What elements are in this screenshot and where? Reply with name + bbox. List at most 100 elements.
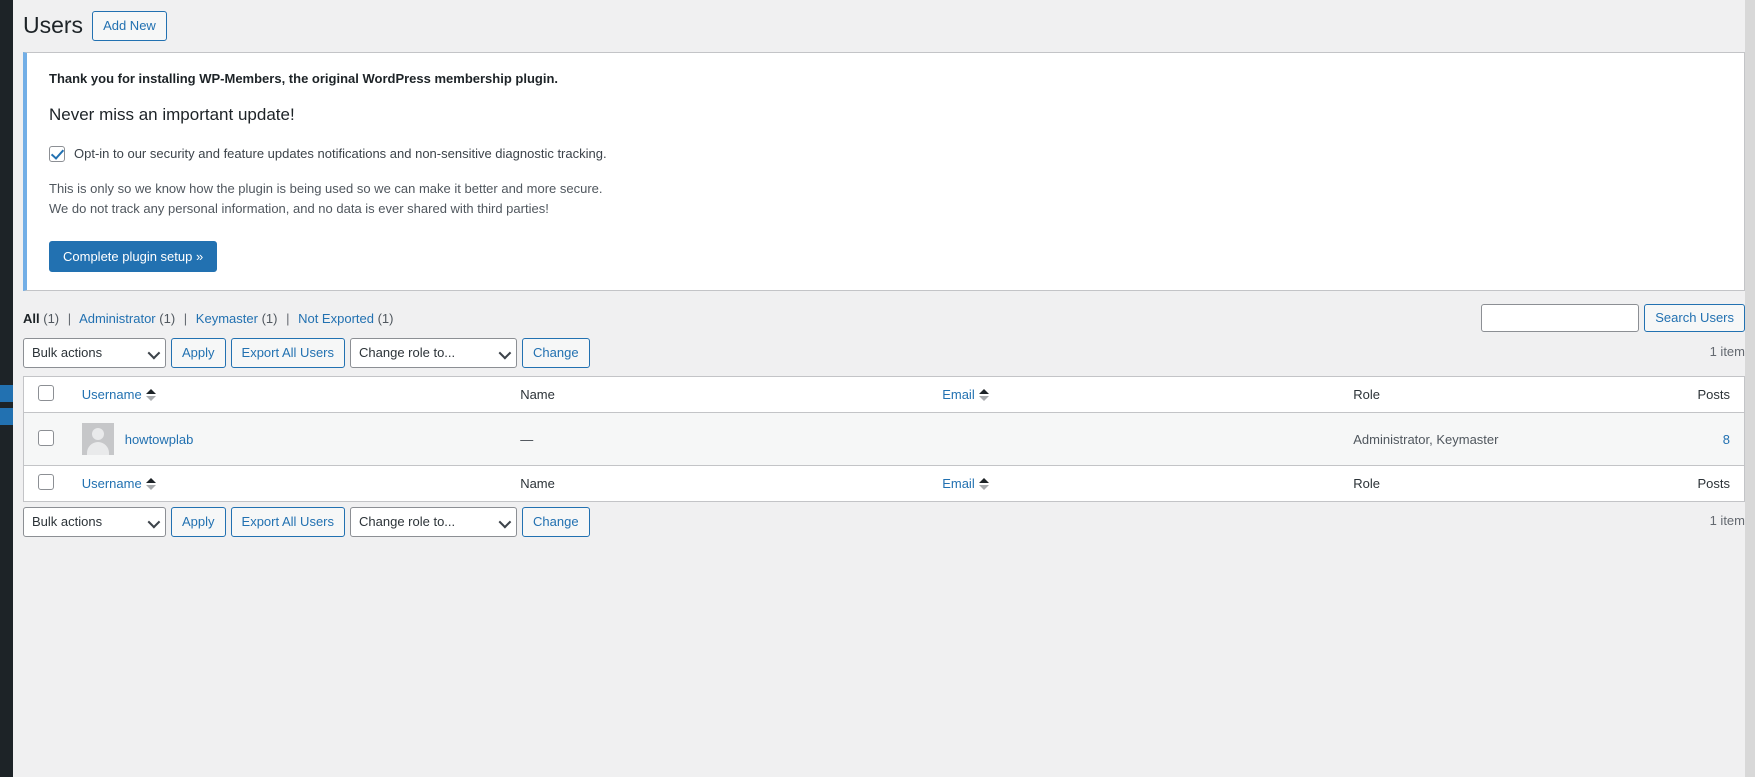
notice-detail-line-1: This is only so we know how the plugin i… xyxy=(49,180,603,196)
tablenav-bottom: Bulk actions Apply Export All Users Chan… xyxy=(23,507,1745,538)
change-role-select-top-value: Change role to... xyxy=(359,345,456,361)
filter-count-not-exported: (1) xyxy=(377,310,394,326)
sort-arrows-icon xyxy=(978,388,989,402)
search-box: Search Users xyxy=(1481,304,1745,333)
row-select-cell xyxy=(24,413,72,466)
column-footer-role: Role xyxy=(1343,466,1650,502)
export-all-users-button-top[interactable]: Export All Users xyxy=(230,338,346,369)
admin-sidebar-rail xyxy=(0,0,13,777)
row-posts-cell: 8 xyxy=(1650,413,1744,466)
filter-count-administrator: (1) xyxy=(159,310,176,326)
change-role-select-top[interactable]: Change role to... xyxy=(350,338,518,369)
users-table-foot: Username Name Email Role Posts xyxy=(23,465,1745,502)
row-name-value: — xyxy=(520,431,534,447)
column-footer-name-label: Name xyxy=(520,476,555,492)
bulk-actions-top: Bulk actions Apply Export All Users Chan… xyxy=(23,338,590,369)
bulk-actions-select-top-value: Bulk actions xyxy=(32,345,103,361)
filter-link-all[interactable]: All xyxy=(23,311,40,326)
username-link[interactable]: howtowplab xyxy=(125,432,194,447)
apply-button-bottom[interactable]: Apply xyxy=(171,507,226,538)
select-all-footer xyxy=(24,466,72,502)
column-footer-username[interactable]: Username xyxy=(72,466,510,502)
add-new-button[interactable]: Add New xyxy=(92,11,167,41)
row-select-checkbox[interactable] xyxy=(38,429,54,446)
select-all-checkbox-bottom[interactable] xyxy=(38,474,54,491)
avatar xyxy=(81,423,114,456)
filter-link-administrator[interactable]: Administrator xyxy=(79,311,156,326)
bulk-actions-select-bottom-value: Bulk actions xyxy=(32,514,103,530)
filter-link-not-exported[interactable]: Not Exported xyxy=(298,311,374,326)
apply-button-top[interactable]: Apply xyxy=(171,338,226,369)
notice-heading: Never miss an important update! xyxy=(49,104,295,124)
item-count-top: 1 item xyxy=(1709,344,1745,360)
optin-checkbox[interactable] xyxy=(49,145,65,162)
filter-separator-2: | xyxy=(183,310,188,326)
column-header-posts: Posts xyxy=(1650,377,1744,413)
filter-and-search-row: All (1) | Administrator (1) | Keymaster … xyxy=(23,303,1745,333)
optin-row: Opt-in to our security and feature updat… xyxy=(49,145,1732,162)
row-role-value: Administrator, Keymaster xyxy=(1353,431,1499,447)
optin-label: Opt-in to our security and feature updat… xyxy=(74,145,607,161)
role-filter-links: All (1) | Administrator (1) | Keymaster … xyxy=(23,311,393,326)
sort-arrows-icon xyxy=(145,388,156,402)
filter-link-keymaster[interactable]: Keymaster xyxy=(196,311,258,326)
search-users-button[interactable]: Search Users xyxy=(1644,304,1745,333)
row-role-cell: Administrator, Keymaster xyxy=(1343,413,1650,466)
sort-arrows-icon xyxy=(978,477,989,491)
notice-thankyou-text: Thank you for installing WP-Members, the… xyxy=(49,70,558,86)
notice-detail-line-2: We do not track any personal information… xyxy=(49,201,549,217)
chevron-down-icon xyxy=(147,515,161,529)
page-scrollbar-track[interactable] xyxy=(1745,0,1755,777)
users-table-body: howtowplab — Administrator, Keymaster 8 xyxy=(23,412,1745,466)
column-header-role: Role xyxy=(1343,377,1650,413)
bulk-actions-select-bottom[interactable]: Bulk actions xyxy=(23,507,166,538)
users-table-head: Username Name Email Role Posts xyxy=(23,377,1745,413)
sidebar-active-marker-primary xyxy=(0,385,13,402)
row-email-cell xyxy=(932,413,1343,466)
column-header-posts-label: Posts xyxy=(1697,387,1730,403)
page-header: Users Add New xyxy=(13,0,1755,47)
column-header-name: Name xyxy=(510,377,932,413)
filter-separator-3: | xyxy=(286,310,290,326)
search-input[interactable] xyxy=(1481,304,1640,333)
column-footer-name: Name xyxy=(510,466,932,502)
change-role-button-bottom[interactable]: Change xyxy=(522,507,590,538)
page-title: Users xyxy=(23,12,84,39)
complete-plugin-setup-button[interactable]: Complete plugin setup » xyxy=(49,241,218,273)
column-header-name-label: Name xyxy=(520,387,555,403)
select-all-checkbox-top[interactable] xyxy=(38,385,54,402)
column-header-email[interactable]: Email xyxy=(932,377,1343,413)
bulk-actions-select-top[interactable]: Bulk actions xyxy=(23,338,166,369)
column-header-username[interactable]: Username xyxy=(72,377,510,413)
sort-email-link-bottom[interactable]: Email xyxy=(942,476,975,491)
column-header-role-label: Role xyxy=(1353,387,1381,403)
chevron-down-icon xyxy=(498,346,512,360)
filter-separator-1: | xyxy=(67,310,72,326)
column-footer-role-label: Role xyxy=(1353,476,1381,492)
bulk-actions-bottom: Bulk actions Apply Export All Users Chan… xyxy=(23,507,590,538)
select-all-header xyxy=(24,377,72,413)
column-footer-posts: Posts xyxy=(1650,466,1744,502)
chevron-down-icon xyxy=(147,346,161,360)
row-name-cell: — xyxy=(510,413,932,466)
sort-username-link-top[interactable]: Username xyxy=(82,387,142,402)
column-footer-email[interactable]: Email xyxy=(932,466,1343,502)
sort-username-link-bottom[interactable]: Username xyxy=(82,476,142,491)
table-footer-row: Username Name Email Role Posts xyxy=(23,465,1745,502)
plugin-optin-notice: Thank you for installing WP-Members, the… xyxy=(23,51,1745,292)
tablenav-top: Bulk actions Apply Export All Users Chan… xyxy=(23,338,1745,369)
change-role-button-top[interactable]: Change xyxy=(522,338,590,369)
row-posts-link[interactable]: 8 xyxy=(1723,432,1730,447)
users-table: Username Name Email Role Posts howtowpla… xyxy=(23,376,1745,503)
table-header-row: Username Name Email Role Posts xyxy=(23,377,1745,413)
export-all-users-button-bottom[interactable]: Export All Users xyxy=(230,507,346,538)
sort-email-link-top[interactable]: Email xyxy=(942,387,975,402)
notice-detail: This is only so we know how the plugin i… xyxy=(49,179,1732,219)
change-role-select-bottom-value: Change role to... xyxy=(359,514,456,530)
sidebar-active-marker-secondary xyxy=(0,408,13,425)
filter-count-keymaster: (1) xyxy=(261,310,278,326)
column-footer-posts-label: Posts xyxy=(1697,476,1730,492)
table-row: howtowplab — Administrator, Keymaster 8 xyxy=(23,412,1745,466)
user-cell: howtowplab xyxy=(81,423,500,456)
change-role-select-bottom[interactable]: Change role to... xyxy=(350,507,518,538)
